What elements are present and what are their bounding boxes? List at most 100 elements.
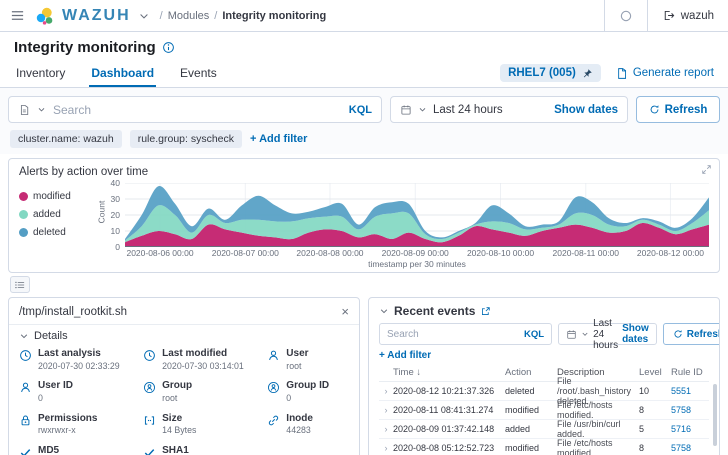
generate-report-label: Generate report — [632, 67, 714, 79]
event-row[interactable]: › 2020-08-12 10:21:37.326 deleted File /… — [379, 376, 709, 406]
legend-toggle-button[interactable] — [10, 276, 30, 293]
column-action[interactable]: Action — [505, 367, 557, 378]
user-icon — [21, 382, 30, 393]
row-expand-icon[interactable]: › — [379, 386, 393, 396]
row-expand-icon[interactable]: › — [379, 424, 393, 434]
events-show-dates[interactable]: Show dates — [622, 323, 649, 345]
tab-events[interactable]: Events — [178, 66, 219, 87]
events-date-picker[interactable]: Last 24 hours Show dates — [558, 318, 657, 351]
detail-last-modified: Last modified 2020-07-30 03:14:01 — [143, 348, 263, 372]
event-row[interactable]: › 2020-08-09 01:37:42.148 added File /us… — [379, 419, 709, 439]
recent-events-header[interactable]: Recent events — [379, 304, 709, 318]
logout-icon — [662, 9, 675, 22]
event-level: 8 — [639, 405, 645, 415]
event-row[interactable]: › 2020-08-08 05:12:52.723 modified File … — [379, 438, 709, 455]
detail-size: Size 14 Bytes — [143, 413, 263, 437]
y-axis-ticks: 0 10 20 30 40 — [110, 178, 120, 252]
event-rule-id-link[interactable]: 5551 — [671, 386, 709, 396]
details-grid: Last analysis 2020-07-30 02:33:29 Last mo… — [9, 346, 359, 455]
date-picker[interactable]: Last 24 hours Show dates — [390, 96, 628, 123]
event-time: 2020-08-12 10:21:37.326 — [393, 386, 495, 396]
legend-item-modified[interactable]: modified — [19, 191, 103, 202]
agent-badge-label: RHEL7 (005) — [508, 67, 576, 79]
column-level[interactable]: Level — [639, 367, 671, 378]
kql-switch[interactable]: KQL — [349, 104, 372, 116]
chart-legend: modified added deleted — [19, 183, 103, 269]
chevron-down-icon[interactable] — [138, 10, 150, 22]
chevron-down-icon — [20, 334, 28, 339]
search-bar[interactable]: KQL — [8, 96, 382, 123]
user-icon — [269, 350, 279, 361]
details-accordion[interactable]: Details — [9, 325, 359, 346]
chevron-down-icon[interactable] — [37, 105, 46, 114]
tab-inventory[interactable]: Inventory — [14, 66, 67, 87]
close-icon[interactable]: × — [341, 305, 349, 318]
filter-chip-rulegroup[interactable]: rule.group: syscheck — [129, 130, 243, 148]
legend-swatch-added — [19, 210, 28, 219]
app-logo[interactable] — [35, 6, 55, 26]
info-icon[interactable] — [162, 41, 175, 54]
pin-icon[interactable] — [582, 68, 593, 79]
refresh-button[interactable]: Refresh — [636, 96, 720, 123]
group-icon — [144, 382, 156, 394]
refresh-label: Refresh — [686, 328, 719, 340]
events-time-range[interactable]: Last 24 hours — [593, 318, 618, 351]
calendar-icon[interactable] — [566, 329, 577, 340]
events-search-input[interactable] — [387, 328, 519, 340]
row-expand-icon[interactable]: › — [379, 405, 393, 415]
menu-icon[interactable] — [10, 8, 25, 23]
event-action: modified — [505, 443, 540, 453]
saved-query-icon[interactable] — [18, 104, 30, 116]
calendar-icon[interactable] — [400, 104, 412, 116]
chevron-down-icon[interactable] — [581, 330, 589, 338]
scrollbar[interactable] — [713, 384, 717, 446]
expand-chart-icon[interactable] — [701, 164, 712, 175]
clock-icon — [20, 350, 31, 361]
filter-chip-cluster[interactable]: cluster.name: wazuh — [10, 130, 122, 148]
row-expand-icon[interactable]: › — [379, 443, 393, 453]
page-title: Integrity monitoring — [14, 39, 156, 56]
legend-item-deleted[interactable]: deleted — [19, 227, 103, 238]
column-rule-id[interactable]: Rule ID — [671, 367, 709, 378]
wazuh-wordmark[interactable]: WAZUH — [62, 7, 131, 25]
brand-group: WAZUH — [35, 6, 150, 26]
agent-badge[interactable]: RHEL7 (005) — [500, 64, 601, 82]
legend-item-added[interactable]: added — [19, 209, 103, 220]
event-rule-id-link[interactable]: 5758 — [671, 443, 709, 453]
recent-events-title: Recent events — [394, 304, 476, 318]
external-link-icon[interactable] — [480, 306, 491, 317]
chart-title: Alerts by action over time — [19, 166, 149, 178]
events-table-header: Time ↓ Action Description Level Rule ID — [379, 363, 709, 382]
file-path: /tmp/install_rootkit.sh — [19, 305, 128, 318]
detail-md5: MD5niwud923rd2f734r9h29d82d022 — [19, 445, 139, 455]
events-refresh-button[interactable]: Refresh — [662, 323, 719, 345]
events-search-bar[interactable]: KQL — [379, 323, 553, 345]
events-kql-switch[interactable]: KQL — [524, 329, 544, 340]
health-indicator[interactable] — [603, 0, 647, 31]
column-time[interactable]: Time ↓ — [393, 367, 505, 378]
breadcrumb-modules[interactable]: Modules — [168, 10, 210, 22]
tab-dashboard[interactable]: Dashboard — [89, 66, 157, 87]
event-row[interactable]: › 2020-08-11 08:41:31.274 modified File … — [379, 400, 709, 420]
detail-user-id: User ID 0 — [19, 380, 139, 404]
breadcrumb-separator: / — [159, 9, 163, 22]
search-input[interactable] — [53, 102, 342, 117]
legend-swatch-deleted — [19, 228, 28, 237]
legend-label: deleted — [33, 227, 66, 238]
generate-report-button[interactable]: Generate report — [615, 67, 714, 80]
add-filter-button[interactable]: + Add filter — [250, 133, 307, 145]
event-level: 5 — [639, 424, 645, 434]
event-description: File /etc/hosts modified. — [557, 400, 613, 420]
integrity-monitoring-page: WAZUH / Modules / Integrity monitoring w… — [0, 0, 728, 455]
user-menu[interactable]: wazuh — [646, 0, 728, 31]
event-rule-id-link[interactable]: 5758 — [671, 405, 709, 415]
chevron-down-icon[interactable] — [418, 105, 427, 114]
time-range-value[interactable]: Last 24 hours — [433, 104, 548, 116]
show-dates-button[interactable]: Show dates — [554, 104, 618, 116]
user-name: wazuh — [680, 9, 714, 22]
report-icon — [615, 67, 628, 80]
sort-desc-icon: ↓ — [416, 367, 422, 378]
event-rule-id-link[interactable]: 5716 — [671, 424, 709, 434]
area-chart[interactable]: 2020-08-06 00:00 2020-08-07 00:00 2020-08-… — [125, 183, 709, 269]
events-add-filter[interactable]: + Add filter — [379, 350, 709, 361]
